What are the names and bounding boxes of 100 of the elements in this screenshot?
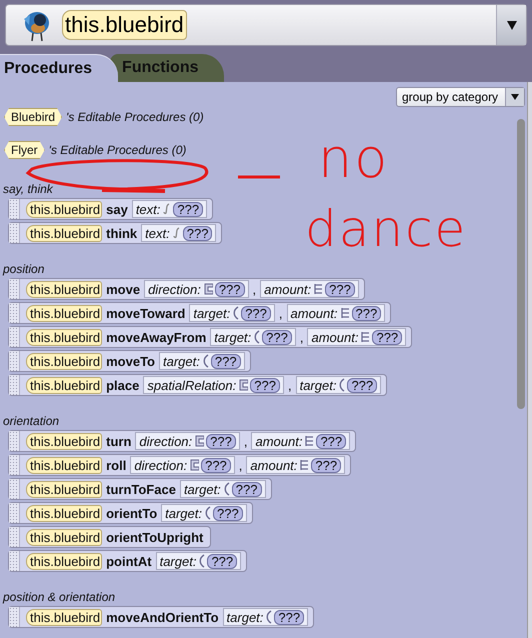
value-pill[interactable]: ???	[262, 330, 292, 344]
editable-procedures-label: 's Editable Procedures (0)	[66, 110, 204, 124]
procedure-block[interactable]: this.bluebird roll direction: ??? , amount: ???	[8, 454, 352, 476]
value-pill[interactable]: ???	[311, 458, 342, 472]
value-pill[interactable]: ???	[274, 610, 304, 624]
method-name: moveAndOrientTo	[106, 610, 219, 624]
object-tile: this.bluebird	[26, 304, 102, 322]
grip-handle[interactable]	[9, 327, 20, 347]
curve-icon	[199, 554, 206, 568]
procedure-block[interactable]: this.bluebird moveToward target: ??? , amount: ???	[8, 302, 392, 324]
editable-procedures-label: 's Editable Procedures (0)	[48, 143, 186, 157]
bracket-icon	[204, 283, 213, 295]
tab[interactable]: Procedures	[0, 54, 118, 82]
value-pill[interactable]: ???	[316, 434, 346, 448]
grip-handle[interactable]	[9, 199, 20, 219]
procedure-block[interactable]: this.bluebird moveAndOrientTo target: ???	[8, 606, 314, 628]
grip-handle[interactable]	[9, 279, 20, 299]
object-tile[interactable]: this.bluebird	[62, 10, 187, 40]
grip-handle[interactable]	[9, 479, 20, 499]
group-by-dropdown[interactable]: group by category	[396, 87, 525, 107]
param-label: target:	[300, 378, 336, 392]
value-pill[interactable]: ???	[214, 282, 245, 296]
grip-handle[interactable]	[9, 455, 20, 475]
grip-handle[interactable]	[9, 551, 20, 571]
method-name: moveAwayFrom	[106, 330, 206, 344]
value-pill[interactable]: ???	[352, 306, 382, 320]
category-heading: position	[3, 262, 44, 276]
value-pill[interactable]: ???	[182, 226, 212, 240]
value-pill[interactable]: ???	[173, 202, 204, 216]
procedure-block[interactable]: this.bluebird think text: ???	[8, 222, 222, 244]
grip-handle[interactable]	[9, 223, 20, 243]
grip-handle[interactable]	[9, 375, 20, 395]
procedure-block[interactable]: this.bluebird turnToFace target: ???	[8, 478, 272, 500]
dropdown-button[interactable]	[496, 5, 526, 45]
scrollbar-thumb[interactable]	[517, 119, 525, 409]
param-label: direction:	[139, 434, 192, 448]
category-heading: orientation	[3, 414, 60, 428]
method-name: moveTo	[106, 354, 155, 368]
procedure-block[interactable]: this.bluebird place spatialRelation: ??? , target: ???	[8, 374, 388, 396]
value-pill[interactable]: ???	[325, 282, 355, 296]
param-label: target:	[165, 506, 202, 520]
param-label: direction:	[134, 458, 188, 472]
separator: ,	[252, 282, 256, 296]
method-name: place	[106, 378, 140, 392]
lines-icon	[305, 435, 314, 447]
procedure-block[interactable]: this.bluebird turn direction: ??? , amount: ???	[8, 430, 356, 452]
grip-handle[interactable]	[9, 607, 20, 627]
text-icon	[163, 203, 172, 215]
class-tag[interactable]: Bluebird	[4, 108, 62, 126]
class-tag[interactable]: Flyer	[4, 141, 45, 159]
caret-icon	[506, 19, 518, 31]
value-pill[interactable]: ???	[250, 378, 280, 392]
value-pill[interactable]: ???	[347, 378, 378, 392]
value-pill[interactable]: ???	[206, 434, 236, 448]
lines-icon	[361, 331, 370, 343]
separator: ,	[278, 306, 283, 320]
procedure-block[interactable]: this.bluebird moveAwayFrom target: ??? , amount: ???	[8, 326, 412, 348]
curve-icon	[254, 330, 260, 344]
param-label: amount:	[311, 330, 358, 344]
category-heading: position & orientation	[3, 590, 116, 604]
grip-handle[interactable]	[9, 503, 20, 523]
object-tile: this.bluebird	[26, 552, 102, 570]
procedure-block[interactable]: this.bluebird moveTo target: ???	[8, 350, 251, 372]
method-name: think	[106, 226, 138, 240]
method-name: pointAt	[106, 554, 152, 568]
bracket-icon	[195, 435, 204, 447]
param-label: target:	[184, 482, 221, 496]
category-heading: say, think	[3, 182, 53, 196]
procedure-block[interactable]: this.bluebird pointAt target: ???	[8, 550, 248, 572]
value-pill[interactable]: ???	[232, 482, 262, 496]
curve-icon	[224, 482, 230, 496]
curve-icon	[339, 378, 346, 392]
value-pill[interactable]: ???	[213, 506, 243, 520]
procedure-block[interactable]: this.bluebird orientToUpright	[8, 526, 212, 548]
param-label: text:	[136, 202, 160, 216]
object-tile: this.bluebird	[26, 376, 102, 394]
object-tile: this.bluebird	[26, 224, 102, 242]
procedure-block[interactable]: this.bluebird move direction: ??? , amount: ???	[8, 278, 365, 300]
grip-handle[interactable]	[9, 351, 20, 371]
caret-icon	[511, 93, 519, 101]
value-pill[interactable]: ???	[241, 306, 271, 320]
curve-icon	[233, 306, 240, 320]
grip-handle[interactable]	[9, 431, 20, 451]
handwritten-note: no	[318, 132, 390, 186]
curve-icon	[266, 610, 272, 624]
grip-handle[interactable]	[9, 303, 20, 323]
grip-handle[interactable]	[9, 527, 20, 547]
param-label: amount:	[255, 434, 302, 448]
value-pill[interactable]: ???	[372, 330, 402, 344]
param-label: amount:	[290, 306, 338, 320]
lines-icon	[314, 283, 324, 295]
value-pill[interactable]: ???	[207, 554, 238, 568]
method-name: orientTo	[106, 506, 158, 520]
object-tile: this.bluebird	[26, 432, 102, 450]
procedure-block[interactable]: this.bluebird orientTo target: ???	[8, 502, 253, 524]
procedure-block[interactable]: this.bluebird say text: ???	[8, 198, 214, 220]
separator: ,	[288, 378, 292, 392]
param-label: target:	[160, 554, 196, 568]
value-pill[interactable]: ???	[210, 354, 241, 368]
value-pill[interactable]: ???	[201, 458, 231, 472]
